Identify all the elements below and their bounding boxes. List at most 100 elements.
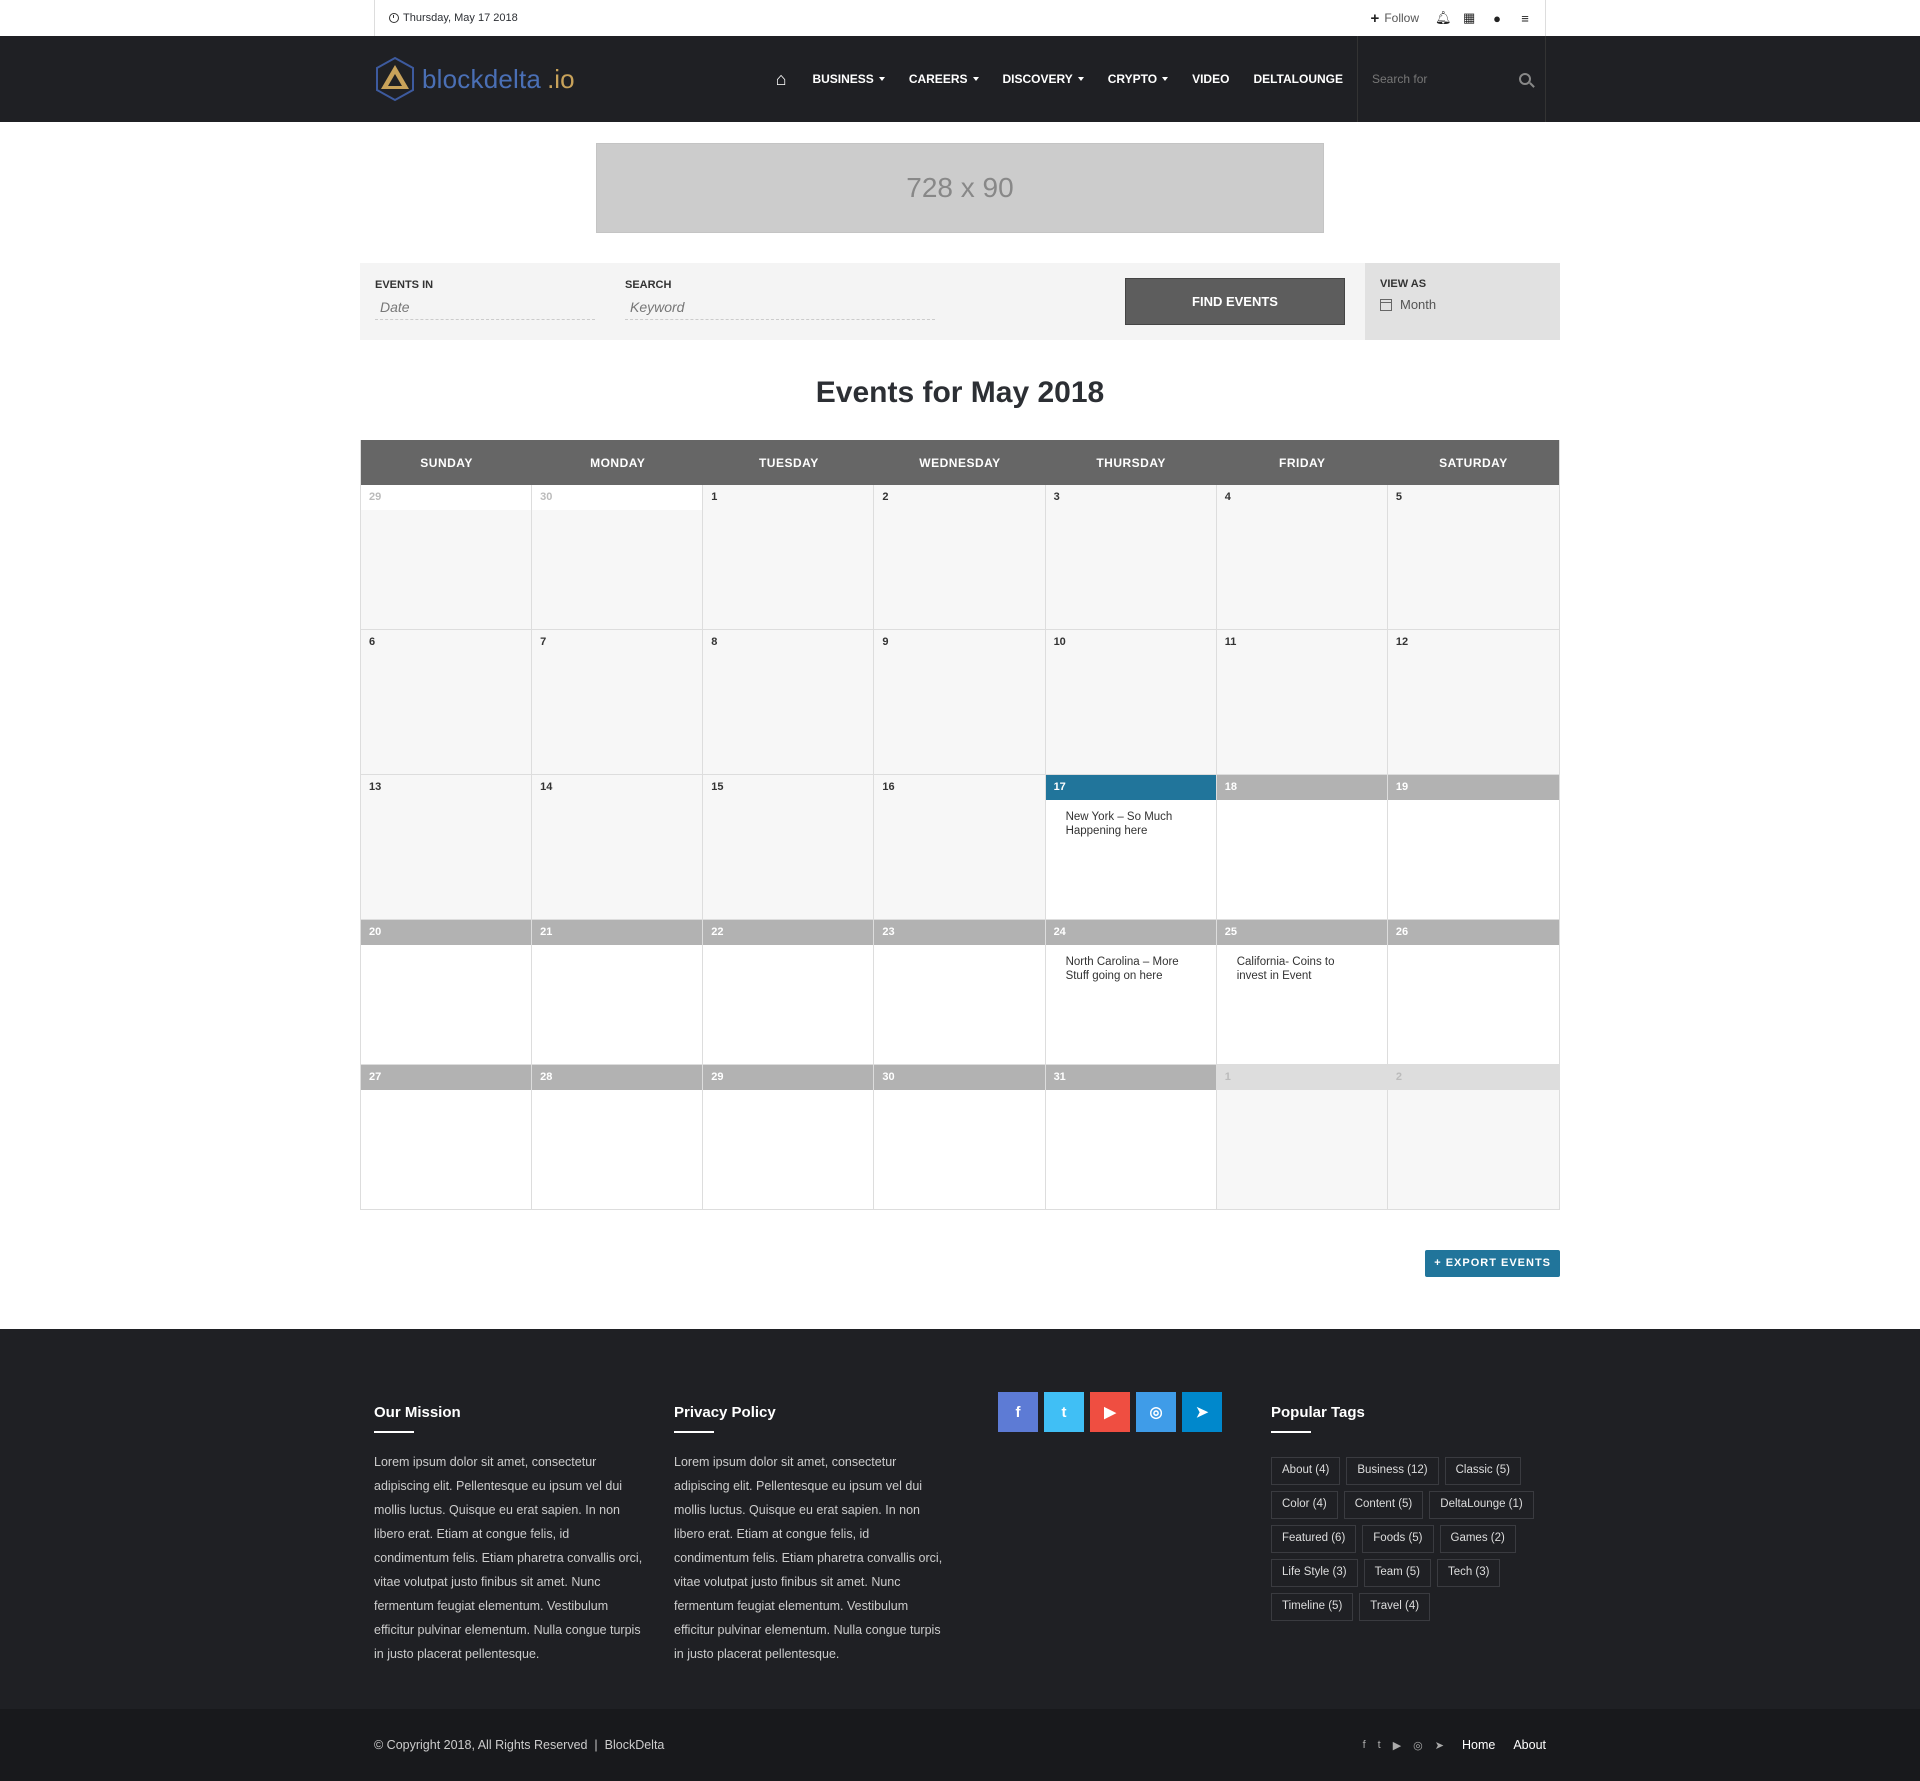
day-number[interactable]: 12 xyxy=(1387,630,1559,655)
calendar-day[interactable]: 6 xyxy=(361,630,533,775)
tag-link[interactable]: Foods (5) xyxy=(1362,1525,1434,1553)
day-number[interactable]: 5 xyxy=(1387,485,1559,510)
calendar-day[interactable]: 12 xyxy=(1387,630,1559,775)
tag-link[interactable]: Color (4) xyxy=(1271,1491,1338,1519)
calendar-day[interactable]: 2 xyxy=(874,485,1046,630)
site-logo[interactable]: blockdelta .io xyxy=(374,56,575,102)
day-number[interactable]: 11 xyxy=(1216,630,1387,655)
calendar-day[interactable]: 17 New York – So Much Happening here xyxy=(1045,775,1217,920)
calendar-day[interactable]: 30 xyxy=(532,485,704,630)
day-number[interactable]: 23 xyxy=(874,920,1045,945)
calendar-day[interactable]: 19 xyxy=(1387,775,1559,920)
day-number[interactable]: 2 xyxy=(874,485,1045,510)
calendar-day[interactable]: 29 xyxy=(703,1065,875,1210)
nav-video[interactable]: VIDEO xyxy=(1180,72,1241,86)
instagram-icon[interactable]: ◎ xyxy=(1136,1392,1176,1432)
bell-icon[interactable]: 🔔︎ xyxy=(1435,10,1452,26)
day-number[interactable]: 22 xyxy=(703,920,874,945)
day-number[interactable]: 7 xyxy=(532,630,703,655)
facebook-icon[interactable]: f xyxy=(1363,1739,1366,1751)
footer-link-about[interactable]: About xyxy=(1513,1738,1546,1752)
tag-link[interactable]: Team (5) xyxy=(1363,1559,1431,1587)
day-number[interactable]: 25 xyxy=(1216,920,1387,945)
calendar-day[interactable]: 22 xyxy=(703,920,875,1065)
calendar-day[interactable]: 23 xyxy=(874,920,1046,1065)
search-icon[interactable] xyxy=(1519,73,1531,85)
day-number[interactable]: 1 xyxy=(703,485,874,510)
tag-link[interactable]: Content (5) xyxy=(1343,1491,1424,1519)
day-number[interactable]: 8 xyxy=(703,630,874,655)
tag-link[interactable]: Travel (4) xyxy=(1359,1593,1431,1621)
tag-link[interactable]: Featured (6) xyxy=(1271,1525,1357,1553)
telegram-icon[interactable]: ➤ xyxy=(1435,1739,1444,1752)
calendar-day[interactable]: 26 xyxy=(1387,920,1559,1065)
day-number[interactable]: 3 xyxy=(1045,485,1216,510)
day-number[interactable]: 15 xyxy=(703,775,874,800)
day-number[interactable]: 24 xyxy=(1045,920,1216,945)
tag-link[interactable]: Games (2) xyxy=(1439,1525,1516,1553)
day-number[interactable]: 10 xyxy=(1045,630,1216,655)
nav-deltalounge[interactable]: DELTALOUNGE xyxy=(1241,72,1355,86)
day-number[interactable]: 27 xyxy=(361,1065,532,1090)
youtube-icon[interactable]: ▶ xyxy=(1090,1392,1130,1432)
tag-link[interactable]: About (4) xyxy=(1271,1457,1341,1485)
keyword-input[interactable]: Keyword xyxy=(625,297,935,320)
find-events-button[interactable]: FIND EVENTS xyxy=(1125,278,1345,325)
tag-link[interactable]: Classic (5) xyxy=(1444,1457,1521,1485)
calendar-day[interactable]: 3 xyxy=(1045,485,1217,630)
tag-link[interactable]: Timeline (5) xyxy=(1271,1593,1354,1621)
calendar-day[interactable]: 2 xyxy=(1387,1065,1559,1210)
calendar-day[interactable]: 30 xyxy=(874,1065,1046,1210)
day-number[interactable]: 18 xyxy=(1216,775,1387,800)
calendar-day[interactable]: 11 xyxy=(1216,630,1388,775)
calendar-day[interactable]: 21 xyxy=(532,920,704,1065)
footer-link-home[interactable]: Home xyxy=(1462,1738,1495,1752)
tag-link[interactable]: DeltaLounge (1) xyxy=(1429,1491,1534,1519)
day-number[interactable]: 14 xyxy=(532,775,703,800)
day-number[interactable]: 30 xyxy=(874,1065,1045,1090)
privacy-title[interactable]: Privacy Policy xyxy=(674,1404,944,1433)
search-input[interactable]: Search for xyxy=(1372,72,1427,86)
calendar-event-link[interactable]: New York – So Much Happening here xyxy=(1046,800,1216,838)
calendar-day[interactable]: 31 xyxy=(1045,1065,1217,1210)
calendar-day[interactable]: 25 California- Coins to invest in Event xyxy=(1216,920,1388,1065)
twitter-icon[interactable]: t xyxy=(1044,1392,1084,1432)
calendar-day[interactable]: 15 xyxy=(703,775,875,920)
calendar-day[interactable]: 4 xyxy=(1216,485,1388,630)
day-number[interactable]: 17 xyxy=(1045,775,1216,800)
nav-discovery[interactable]: DISCOVERY xyxy=(991,72,1096,86)
menu-icon[interactable]: ≡ xyxy=(1519,11,1531,26)
day-number[interactable]: 26 xyxy=(1387,920,1559,945)
day-number[interactable]: 2 xyxy=(1387,1065,1559,1090)
day-number[interactable]: 28 xyxy=(532,1065,703,1090)
calendar-day[interactable]: 18 xyxy=(1216,775,1388,920)
calendar-day[interactable]: 10 xyxy=(1045,630,1217,775)
calendar-day[interactable]: 27 xyxy=(361,1065,533,1210)
instagram-icon[interactable]: ◎ xyxy=(1413,1739,1423,1752)
calendar-day[interactable]: 7 xyxy=(532,630,704,775)
calendar-day[interactable]: 8 xyxy=(703,630,875,775)
calendar-day[interactable]: 1 xyxy=(703,485,875,630)
tag-link[interactable]: Tech (3) xyxy=(1436,1559,1501,1587)
facebook-icon[interactable]: f xyxy=(998,1392,1038,1432)
date-input[interactable]: Date xyxy=(375,297,595,320)
twitter-icon[interactable]: t xyxy=(1378,1739,1381,1751)
nav-crypto[interactable]: CRYPTO xyxy=(1096,72,1180,86)
day-number[interactable]: 4 xyxy=(1216,485,1387,510)
ad-banner[interactable]: 728 x 90 xyxy=(596,143,1324,233)
day-number[interactable]: 21 xyxy=(532,920,703,945)
day-number[interactable]: 20 xyxy=(361,920,532,945)
calendar-event-link[interactable]: California- Coins to invest in Event xyxy=(1217,945,1387,983)
shopping-bag-icon[interactable]: ▦ xyxy=(1463,10,1475,26)
day-number[interactable]: 19 xyxy=(1387,775,1559,800)
calendar-day[interactable]: 24 North Carolina – More Stuff going on h… xyxy=(1045,920,1217,1065)
calendar-day[interactable]: 13 xyxy=(361,775,533,920)
day-number[interactable]: 9 xyxy=(874,630,1045,655)
day-number[interactable]: 13 xyxy=(361,775,532,800)
export-events-button[interactable]: + EXPORT EVENTS xyxy=(1425,1250,1560,1277)
calendar-day[interactable]: 16 xyxy=(874,775,1046,920)
nav-careers[interactable]: CAREERS xyxy=(897,72,991,86)
view-as-selector[interactable]: VIEW AS Month xyxy=(1365,263,1560,340)
follow-button[interactable]: + Follow xyxy=(1371,10,1419,27)
user-icon[interactable]: ● xyxy=(1491,11,1503,26)
